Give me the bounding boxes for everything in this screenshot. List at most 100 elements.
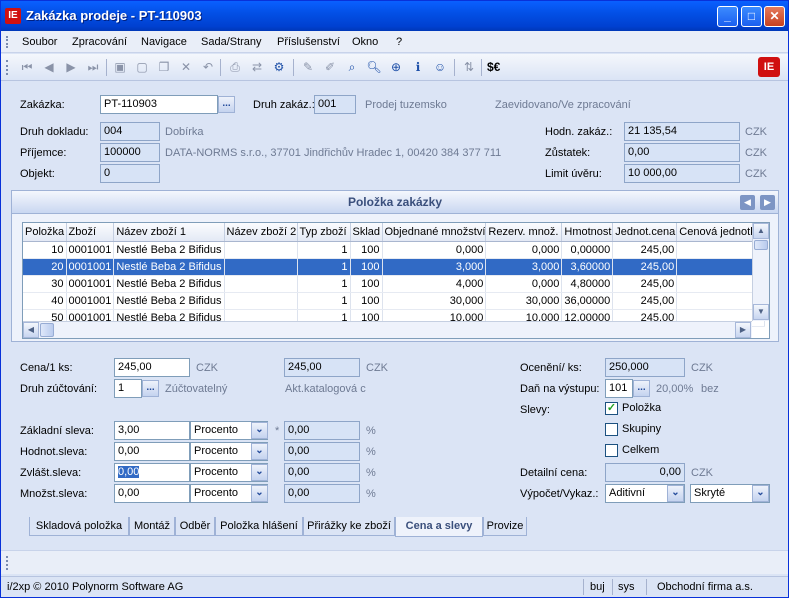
edit-pencil-icon[interactable]: ✐ [322,59,338,75]
export-icon[interactable]: ⇄ [249,59,265,75]
druh-zakaz-field[interactable]: 001 [314,95,356,114]
column-header[interactable]: Objednané množství [382,223,487,242]
bottom-toolbar-grip[interactable] [6,556,9,570]
cena-input[interactable]: 245,00 [114,358,190,377]
user-info-icon[interactable]: ☺ [432,59,448,75]
tab-skladova-polozka[interactable]: Skladová položka [29,517,129,536]
menu-prislusenstvi[interactable]: Příslušenství [277,36,340,48]
tab-cena-a-slevy[interactable]: Cena a slevy [395,517,483,537]
grid-horizontal-scrollbar[interactable]: ◀ ▶ [23,321,752,338]
zvlast-sleva-input[interactable]: 0,00 [114,463,190,482]
undo-icon[interactable]: ↶ [200,59,216,75]
column-header[interactable]: Jednot.cena [612,223,678,242]
tab-odber[interactable]: Odběr [175,517,215,536]
menu-okno[interactable]: Okno [352,36,378,48]
menu-navigace[interactable]: Navigace [141,36,187,48]
hodnot-sleva-input[interactable]: 0,00 [114,442,190,461]
search-list-icon[interactable]: ⌕ [344,59,360,75]
close-button[interactable]: ✕ [764,6,785,27]
next-record-icon[interactable]: ▶ [63,59,79,75]
celkem-checkbox[interactable] [605,444,618,457]
table-cell: 30,000 [382,292,487,310]
zakazka-lookup-button[interactable]: ... [218,96,235,113]
zakladni-sleva-input[interactable]: 3,00 [114,421,190,440]
search-icon[interactable]: 🔍︎ [366,59,382,75]
column-header[interactable]: Hmotnost [561,223,614,242]
copy-icon[interactable]: ❐ [156,59,172,75]
menu-soubor[interactable]: Soubor [22,36,57,48]
settings-gear-icon[interactable]: ⚙ [271,59,287,75]
panel-prev-icon[interactable]: ◀ [740,195,755,210]
sort-icon[interactable]: ⇅ [461,59,477,75]
table-cell: 0,000 [485,275,563,293]
tab-polozka-hlaseni[interactable]: Položka hlášení [215,517,303,536]
column-header[interactable]: Rezerv. množ. [485,223,563,242]
minimize-button[interactable]: _ [717,6,738,27]
print-icon[interactable]: ⎙ [227,59,243,75]
druh-dokladu-field[interactable]: 004 [100,122,160,141]
polozka-checkbox[interactable]: ✓ [605,402,618,415]
chevron-down-icon[interactable]: ⌄ [251,443,268,460]
panel-next-icon[interactable]: ▶ [760,195,775,210]
tab-provize[interactable]: Provize [483,517,527,536]
column-header[interactable]: Název zboží 1 [113,223,225,242]
items-grid[interactable]: Položka Zboží Název zboží 1 Název zboží 2 Ty… [22,222,770,339]
save-icon[interactable]: ▣ [112,59,128,75]
objekt-field[interactable]: 0 [100,164,160,183]
chevron-down-icon[interactable]: ⌄ [667,485,684,502]
toolbar-separator [220,59,221,76]
dan-input[interactable]: 101 [605,379,633,398]
mnozst-sleva-label: Množst.sleva: [20,488,88,500]
column-header[interactable]: Položka [23,223,67,242]
zoom-icon[interactable]: ⊕ [388,59,404,75]
menubar-grip[interactable] [6,36,9,48]
horizontal-scroll-thumb[interactable] [40,323,54,337]
menu-help[interactable]: ? [396,36,402,48]
zakazka-input[interactable]: PT-110903 [100,95,218,114]
dan-lookup-button[interactable]: ... [633,380,650,397]
chevron-down-icon[interactable]: ⌄ [752,485,769,502]
table-cell: 245,00 [612,292,678,310]
column-header[interactable]: Typ zboží [297,223,351,242]
scroll-up-icon[interactable]: ▲ [753,223,769,239]
column-header[interactable]: Sklad [350,223,383,242]
scroll-right-icon[interactable]: ▶ [735,322,751,338]
tab-montaz[interactable]: Montáž [129,517,175,536]
first-record-icon[interactable]: ⏮ [19,59,35,75]
vertical-scroll-thumb[interactable] [754,240,768,250]
table-row[interactable]: 20 0001001 Nestlé Beba 2 Bifidus 1 100 3,000 3… [23,258,766,276]
grid-vertical-scrollbar[interactable]: ▲ ▼ [752,223,769,321]
menu-sada-strany[interactable]: Sada/Strany [201,36,262,48]
column-header[interactable]: Název zboží 2 [224,223,298,242]
scroll-down-icon[interactable]: ▼ [753,304,769,320]
title-bar[interactable]: IE Zakázka prodeje - PT-110903 _ □ ✕ [1,1,788,31]
skupiny-checkbox[interactable] [605,423,618,436]
table-row[interactable]: 40 0001001 Nestlé Beba 2 Bifidus 1 100 30,000… [23,292,766,310]
toolbar-grip[interactable] [6,60,9,75]
tab-prirazky[interactable]: Přirážky ke zboží [303,517,395,536]
table-row[interactable]: 30 0001001 Nestlé Beba 2 Bifidus 1 100 4,000 0… [23,275,766,293]
chevron-down-icon[interactable]: ⌄ [251,422,268,439]
akt-katalog-text: Akt.katalogová c [285,383,366,395]
previous-record-icon[interactable]: ◀ [41,59,57,75]
mnozst-sleva-input[interactable]: 0,00 [114,484,190,503]
new-document-icon[interactable]: ▢ [134,59,150,75]
table-row[interactable]: 10 0001001 Nestlé Beba 2 Bifidus 1 100 0,000 0… [23,241,766,259]
currency-button[interactable]: $€ [487,60,500,74]
scroll-left-icon[interactable]: ◀ [23,322,39,338]
column-header[interactable]: Zboží [66,223,115,242]
druh-zuct-input[interactable]: 1 [114,379,142,398]
maximize-button[interactable]: □ [741,6,762,27]
edit-pen-icon[interactable]: ✎ [300,59,316,75]
last-record-icon[interactable]: ⏭ [85,59,101,75]
prijemce-field[interactable]: 100000 [100,143,160,162]
delete-icon[interactable]: ✕ [178,59,194,75]
druh-zuct-lookup-button[interactable]: ... [142,380,159,397]
info-icon[interactable]: ℹ [410,59,426,75]
chevron-down-icon[interactable]: ⌄ [251,485,268,502]
oceneni-currency: CZK [691,362,713,374]
menu-zpracovani[interactable]: Zpracování [72,36,127,48]
toolbar-separator [454,59,455,76]
chevron-down-icon[interactable]: ⌄ [251,464,268,481]
zvlast-sleva-result: 0,00 [284,463,360,482]
